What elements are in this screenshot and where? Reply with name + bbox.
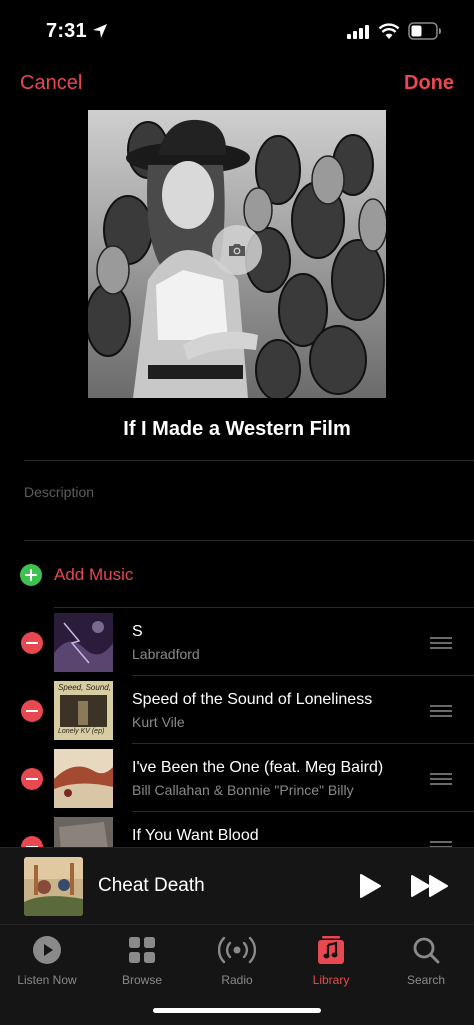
album-art: Speed, Sound, Lonely KV (ep) (54, 681, 113, 740)
track-title: Speed of the Sound of Loneliness (132, 691, 373, 708)
tab-radio[interactable]: Radio (197, 933, 277, 987)
album-art-subtext: Lonely KV (ep) (58, 728, 105, 735)
track-artist: Labradford (132, 646, 200, 662)
fast-forward-button[interactable] (410, 873, 450, 899)
playlist-title[interactable]: If I Made a Western Film (0, 418, 474, 441)
track-row[interactable]: I've Been the One (feat. Meg Baird) Bill… (0, 744, 474, 812)
tab-label: Search (406, 973, 446, 987)
track-artist: Bill Callahan & Bonnie "Prince" Billy (132, 782, 354, 798)
tab-browse[interactable]: Browse (102, 933, 182, 987)
add-music-button[interactable]: Add Music (20, 563, 133, 587)
camera-icon (229, 244, 245, 256)
cancel-button[interactable]: Cancel (20, 72, 82, 95)
battery-icon (408, 22, 441, 40)
track-list: S Labradford Speed, Sound, Lonely KV (ep… (0, 608, 474, 848)
tab-search[interactable]: Search (386, 933, 466, 987)
play-button[interactable] (358, 873, 382, 899)
album-art-text: Speed, Sound, (58, 683, 111, 692)
description-field[interactable]: Description (24, 484, 94, 500)
add-music-label: Add Music (54, 565, 134, 584)
search-icon (413, 937, 440, 964)
now-playing-artwork (24, 857, 83, 916)
tab-label: Browse (121, 973, 162, 987)
tab-label: Radio (221, 973, 253, 987)
reorder-handle-icon[interactable] (430, 637, 452, 649)
music-note-icon (318, 936, 344, 964)
track-row[interactable]: Speed, Sound, Lonely KV (ep) Speed of th… (0, 676, 474, 744)
divider (24, 540, 474, 541)
album-art (54, 749, 113, 808)
remove-track-button[interactable] (21, 632, 43, 654)
location-arrow-icon (93, 24, 107, 38)
tab-label: Listen Now (17, 973, 77, 987)
album-art (54, 817, 113, 848)
play-circle-icon (33, 936, 61, 964)
track-title: If You Want Blood (132, 827, 259, 844)
reorder-handle-icon[interactable] (430, 773, 452, 785)
status-bar: 7:31 (0, 0, 474, 62)
track-title: I've Been the One (feat. Meg Baird) (132, 759, 384, 776)
track-artist: Kurt Vile (132, 714, 185, 730)
status-time: 7:31 (46, 20, 87, 42)
tab-library[interactable]: Library (291, 933, 371, 987)
reorder-handle-icon[interactable] (430, 705, 452, 717)
add-icon (20, 564, 42, 586)
wifi-icon (378, 23, 400, 39)
home-indicator[interactable] (153, 1008, 321, 1013)
done-button[interactable]: Done (404, 72, 454, 95)
remove-track-button[interactable] (21, 700, 43, 722)
tab-listen-now[interactable]: Listen Now (7, 933, 87, 987)
change-artwork-button[interactable] (212, 225, 262, 275)
track-title: S (132, 623, 143, 640)
radio-waves-icon (218, 936, 256, 964)
divider (24, 460, 474, 461)
now-playing-title: Cheat Death (98, 875, 205, 896)
cellular-signal-icon (347, 25, 369, 39)
track-row[interactable]: If You Want Blood (0, 812, 474, 848)
grid-icon (129, 937, 155, 963)
mini-player[interactable]: Cheat Death (0, 847, 474, 924)
tab-label: Library (312, 973, 350, 987)
track-row[interactable]: S Labradford (0, 608, 474, 676)
album-art (54, 613, 113, 672)
remove-track-button[interactable] (21, 768, 43, 790)
